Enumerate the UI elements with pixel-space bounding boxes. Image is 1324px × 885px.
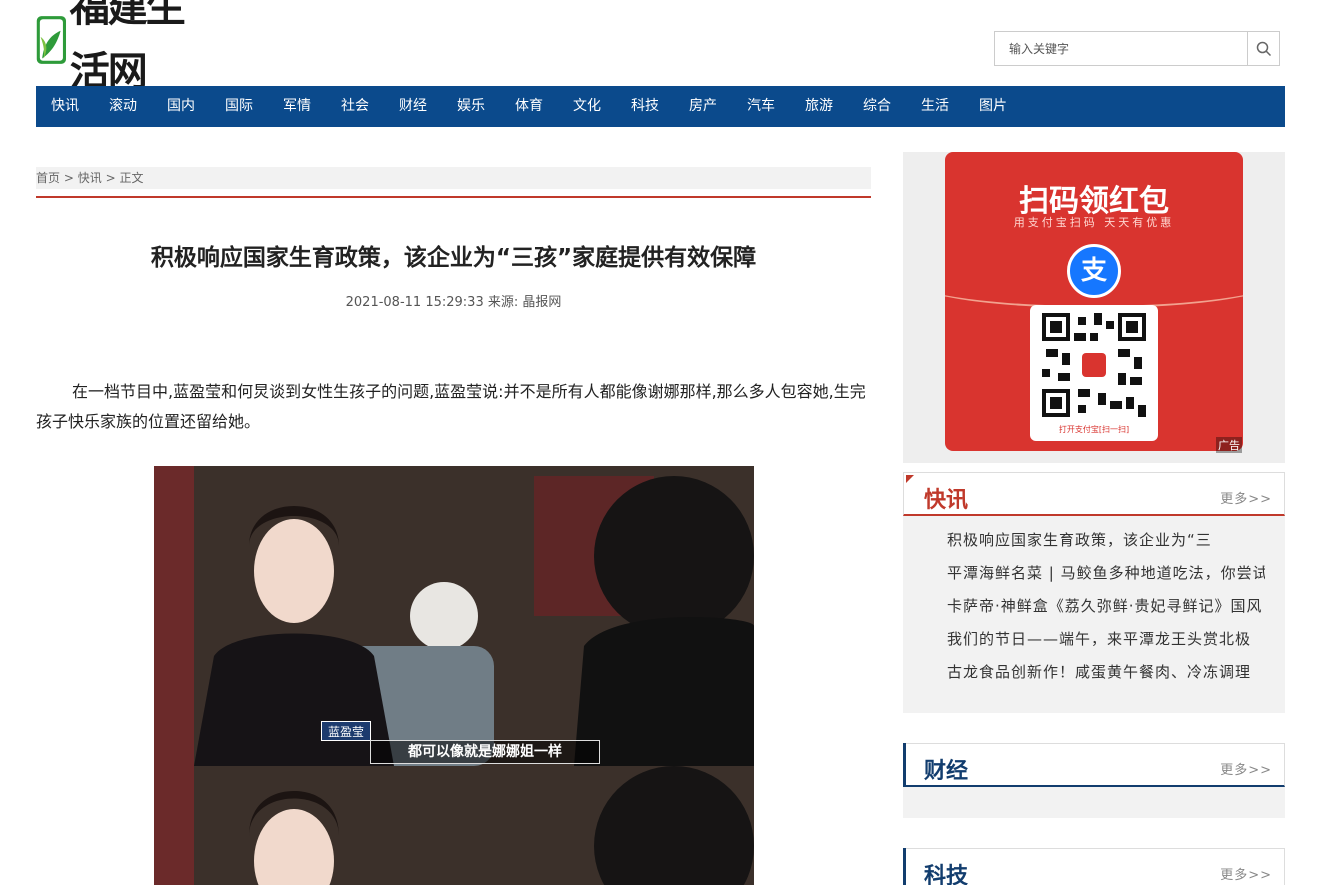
list-item[interactable]: 古龙食品创新作！咸蛋黄午餐肉、冷冻调理: [947, 656, 1265, 689]
nav-item-tiyu[interactable]: 体育: [500, 86, 558, 127]
search-icon: [1256, 41, 1271, 56]
nav-item-gundong[interactable]: 滚动: [94, 86, 152, 127]
leaf-logo-icon: [36, 16, 67, 64]
box-accent-bar: [903, 848, 906, 885]
nav-item-junqing[interactable]: 军情: [268, 86, 326, 127]
sidebar-box-kuaixun: 快讯 更多>> 积极响应国家生育政策，该企业为“三 平潭海鲜名菜 | 马鲛鱼多种…: [903, 472, 1285, 713]
breadcrumb: 首页 > 快讯 > 正文: [36, 167, 871, 189]
nav-item-caijing[interactable]: 财经: [384, 86, 442, 127]
nav-item-guoji[interactable]: 国际: [210, 86, 268, 127]
alipay-logo-icon: 支: [1067, 244, 1121, 298]
list-item[interactable]: 卡萨帝·神鲜盒《荔久弥鲜·贵妃寻鲜记》国风: [947, 590, 1265, 623]
article-photo: 蓝盈莹 都可以像就是娜娜姐一样: [154, 466, 754, 766]
nav-item-guonei[interactable]: 国内: [152, 86, 210, 127]
nav-item-qiche[interactable]: 汽车: [732, 86, 790, 127]
photo-caption: 都可以像就是娜娜姐一样: [370, 740, 600, 764]
article-meta: 2021-08-11 15:29:33 来源: 晶报网: [345, 295, 562, 310]
breadcrumb-sep: >: [63, 171, 74, 185]
nav-item-wenhua[interactable]: 文化: [558, 86, 616, 127]
nav-item-kuaixun[interactable]: 快讯: [36, 86, 94, 127]
article-paragraph: 在一档节目中,蓝盈莹和何炅谈到女性生孩子的问题,蓝盈莹说:并不是所有人都能像谢娜…: [36, 382, 866, 431]
nav-item-yule[interactable]: 娱乐: [442, 86, 500, 127]
qr-code-icon: [1042, 313, 1146, 417]
nav-item-tupian[interactable]: 图片: [964, 86, 1022, 127]
nav-item-lvyou[interactable]: 旅游: [790, 86, 848, 127]
qr-code: 打开支付宝[扫一扫]: [1030, 305, 1158, 441]
news-list: 积极响应国家生育政策，该企业为“三 平潭海鲜名菜 | 马鲛鱼多种地道吃法，你尝试…: [903, 516, 1285, 689]
list-item[interactable]: 积极响应国家生育政策，该企业为“三: [947, 524, 1265, 557]
main-nav: 快讯 滚动 国内 国际 军情 社会 财经 娱乐 体育 文化 科技 房产 汽车 旅…: [36, 86, 1285, 127]
nav-item-fangchan[interactable]: 房产: [674, 86, 732, 127]
breadcrumb-divider: [36, 196, 871, 198]
breadcrumb-current: 正文: [119, 171, 144, 185]
nav-item-shenghuo[interactable]: 生活: [906, 86, 964, 127]
breadcrumb-home[interactable]: 首页: [36, 171, 60, 185]
search-box: [994, 31, 1280, 66]
corner-triangle-icon: [906, 475, 914, 483]
sidebar-box-header: 快讯 更多>>: [903, 472, 1285, 516]
box-accent-bar: [903, 743, 906, 787]
nav-item-shehui[interactable]: 社会: [326, 86, 384, 127]
ad-badge: 广告: [1216, 437, 1242, 453]
breadcrumb-section[interactable]: 快讯: [78, 171, 102, 185]
qr-label: 打开支付宝[扫一扫]: [1058, 425, 1130, 434]
photo-scene: [154, 466, 754, 766]
more-link[interactable]: 更多>>: [1220, 759, 1272, 778]
sidebar-box-title: 快讯: [924, 488, 969, 513]
article-photo-second: [154, 766, 754, 885]
search-input[interactable]: [995, 32, 1247, 65]
sidebar-box-keji: 科技 更多>>: [903, 848, 1285, 885]
more-link[interactable]: 更多>>: [1220, 864, 1272, 883]
ad-subtitle: 用支付宝扫码 天天有优惠: [1013, 216, 1175, 229]
sidebar-box-title: 财经: [924, 759, 969, 784]
article-title: 积极响应国家生育政策，该企业为“三孩”家庭提供有效保障: [150, 245, 757, 271]
photo-scene: [154, 766, 754, 885]
sidebar-box-title: 科技: [924, 864, 969, 885]
search-button[interactable]: [1247, 32, 1279, 65]
nav-item-zonghe[interactable]: 综合: [848, 86, 906, 127]
sidebar-box-header: 科技 更多>>: [903, 848, 1285, 885]
breadcrumb-sep: >: [105, 171, 116, 185]
sidebar-box-header: 财经 更多>>: [903, 743, 1285, 787]
sidebar-box-caijing: 财经 更多>>: [903, 743, 1285, 818]
list-item[interactable]: 我们的节日——端午，来平潭龙王头赏北极: [947, 623, 1265, 656]
site-logo[interactable]: 福建生活网: [36, 0, 216, 95]
more-link[interactable]: 更多>>: [1220, 488, 1272, 507]
photo-name-tag: 蓝盈莹: [321, 721, 372, 741]
page: 福建生活网 快讯 滚动 国内 国际 军情 社会 财经 娱乐 体育 文化 科技 房…: [0, 0, 1324, 885]
list-item[interactable]: 平潭海鲜名菜 | 马鲛鱼多种地道吃法，你尝试: [947, 557, 1265, 590]
alipay-red-packet-ad[interactable]: 扫码领红包 用支付宝扫码 天天有优惠 支 打开支付宝[扫一扫]: [945, 152, 1243, 451]
nav-item-keji[interactable]: 科技: [616, 86, 674, 127]
